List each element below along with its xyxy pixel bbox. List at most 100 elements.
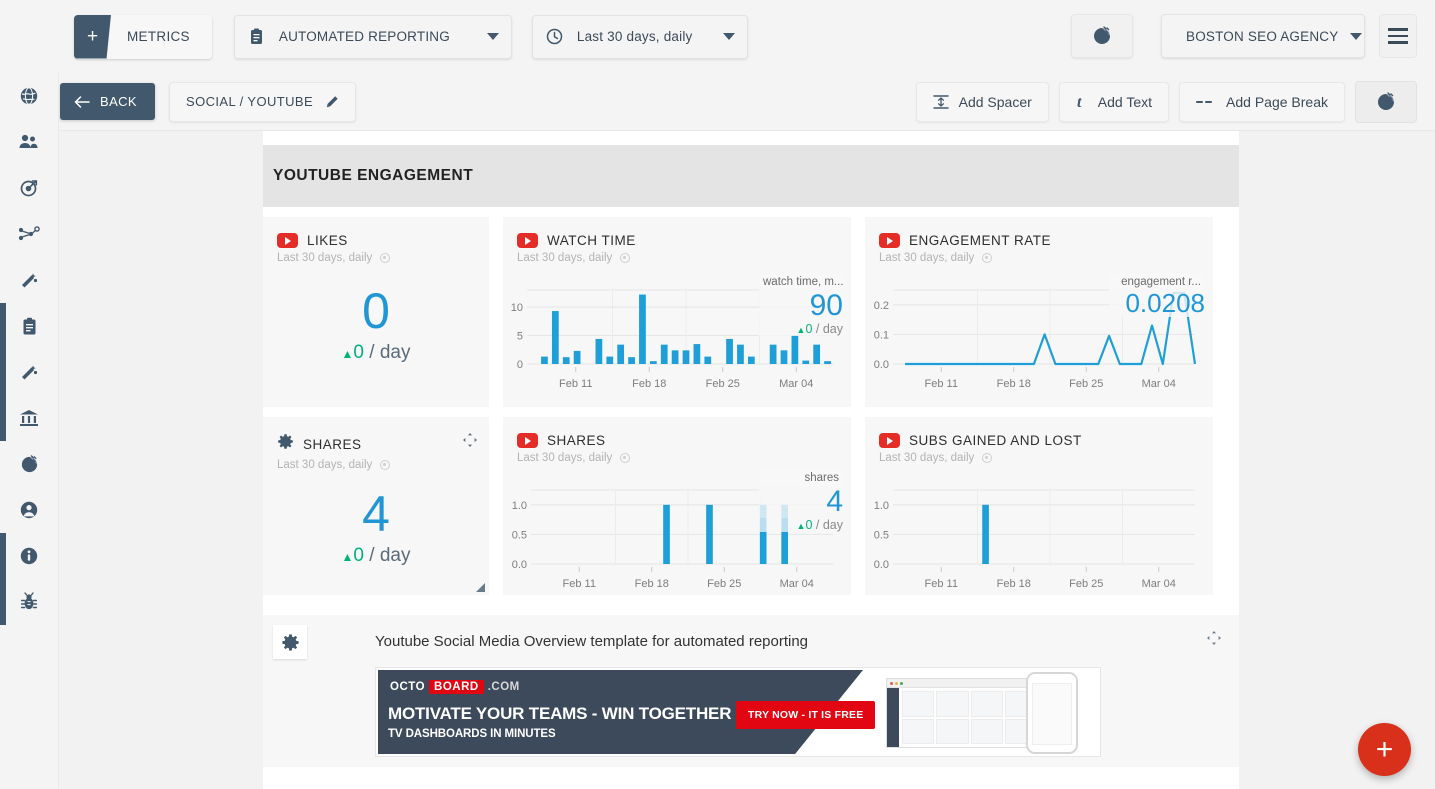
widget-title-row: ENGAGEMENT RATE (879, 233, 1213, 248)
triangle-up-icon: ▲ (341, 347, 354, 361)
widget-period: Last 30 days, daily (517, 452, 851, 464)
widget-header: LIKES Last 30 days, daily (263, 217, 489, 264)
clipboard-icon (247, 28, 267, 45)
hamburger-icon[interactable] (1379, 14, 1417, 58)
metrics-plus-icon[interactable]: + (74, 14, 111, 59)
add-text-button[interactable]: t Add Text (1058, 81, 1170, 122)
chevron-down-icon[interactable] (1350, 32, 1363, 40)
widget-engagement-rate[interactable]: ENGAGEMENT RATE Last 30 days, daily 0.0 0… (865, 217, 1213, 407)
plug-icon-button-secondary[interactable] (1355, 80, 1417, 123)
sidebar-item-magic-wand-2[interactable] (0, 349, 58, 395)
ad-cta-button[interactable]: TRY NOW - IT IS FREE (736, 701, 876, 729)
svg-text:t: t (1077, 94, 1082, 110)
sidebar-item-globe[interactable] (0, 73, 58, 119)
magic-wand-icon (22, 365, 38, 380)
ad-brand: OCTO BOARD .COM (390, 680, 520, 694)
widget-shares-chart[interactable]: SHARES Last 30 days, daily 0.0 0.5 1.0 Feb … (503, 417, 851, 595)
widget-shares-number[interactable]: SHARES Last 30 days, daily 4 ▲0 / day (263, 417, 489, 595)
add-page-break-button[interactable]: Add Page Break (1179, 81, 1345, 122)
add-widget-fab[interactable]: + (1358, 723, 1411, 776)
svg-text:Feb 25: Feb 25 (706, 378, 740, 390)
sidebar-item-account[interactable] (0, 487, 58, 533)
sidebar-item-bank[interactable] (0, 395, 58, 441)
svg-text:Feb 18: Feb 18 (997, 378, 1031, 390)
widget-title: SHARES (303, 436, 362, 452)
banner-gear-button[interactable] (273, 625, 307, 659)
svg-text:Feb 25: Feb 25 (1069, 578, 1103, 590)
move-icon[interactable] (1207, 631, 1221, 650)
move-icon[interactable] (463, 433, 477, 452)
widget-period: Last 30 days, daily (277, 459, 489, 471)
sidebar-item-users[interactable] (0, 119, 58, 165)
chevron-down-icon[interactable] (722, 33, 735, 40)
kpi-value: 0 (362, 283, 390, 339)
sidebar-item-integrations[interactable] (0, 441, 58, 487)
chart-kpi-overlay: watch time, m... 90 ▲0 / day (759, 274, 844, 336)
sidebar-item-bug[interactable] (0, 579, 58, 625)
widget-watch-time[interactable]: WATCH TIME Last 30 days, daily 0 5 10 Feb 1… (503, 217, 851, 407)
back-label: BACK (100, 94, 138, 109)
clipboard-icon (23, 317, 35, 334)
dashboard-mockup-image (886, 678, 1041, 748)
chart-engagement-rate[interactable]: 0.0 0.1 0.2 Feb 11 Feb 18 Feb 25 Mar 04 engage… (865, 272, 1213, 402)
back-button[interactable]: BACK (60, 83, 156, 120)
svg-text:0.0: 0.0 (874, 559, 889, 571)
svg-text:1.0: 1.0 (874, 500, 889, 512)
top-toolbar: + METRICS AUTOMATED REPORTING Last 30 da… (0, 0, 1435, 73)
report-select-value: AUTOMATED REPORTING (278, 29, 450, 44)
info-icon (20, 547, 38, 565)
widget-period-label: Last 30 days, daily (277, 252, 373, 264)
sidebar-item-target[interactable] (0, 165, 58, 211)
widget-subs-gained-and-lost[interactable]: SUBS GAINED AND LOST Last 30 days, daily… (865, 417, 1213, 595)
gear-icon (277, 433, 294, 455)
account-select[interactable]: BOSTON SEO AGENCY (1161, 14, 1365, 58)
ad-banner[interactable]: OCTO BOARD .COM MOTIVATE YOUR TEAMS - WI… (375, 667, 1101, 757)
svg-text:Mar 04: Mar 04 (1142, 378, 1176, 390)
page-name-chip[interactable]: SOCIAL / YOUTUBE (169, 81, 357, 122)
target-dot-icon (982, 453, 993, 463)
arrow-left-icon (74, 95, 90, 108)
widget-likes[interactable]: LIKES Last 30 days, daily 0 ▲0 / day (263, 217, 489, 407)
target-dot-icon (380, 253, 391, 263)
date-range-select[interactable]: Last 30 days, daily (531, 14, 748, 59)
sidebar-item-reports[interactable] (0, 303, 58, 349)
top-toolbar-right: BOSTON SEO AGENCY (1071, 14, 1417, 58)
youtube-icon (879, 233, 900, 248)
add-spacer-button[interactable]: Add Spacer (915, 81, 1049, 122)
kpi-per-day: / day (815, 517, 843, 532)
kpi-delta: 0 (353, 545, 364, 566)
kpi-value-block: 0 ▲0 / day (263, 286, 489, 364)
svg-text:Feb 18: Feb 18 (635, 578, 669, 590)
chart-kpi-overlay: shares 4 ▲0 / day (759, 470, 843, 532)
chart-subs[interactable]: 0.0 0.5 1.0 Feb 11 Feb 18 Feb 25 Mar 04 (865, 472, 1213, 602)
report-select[interactable]: AUTOMATED REPORTING (233, 14, 512, 59)
add-text-label: Add Text (1097, 93, 1153, 110)
chevron-down-icon[interactable] (486, 33, 499, 40)
chart-watch-time[interactable]: 0 5 10 Feb 11 Feb 18 Feb 25 Mar 04 watch time,… (503, 272, 851, 402)
chart-shares[interactable]: 0.0 0.5 1.0 Feb 11 Feb 18 Feb 25 Mar 04 shares… (503, 470, 851, 602)
banner-title: Youtube Social Media Overview template f… (375, 633, 809, 650)
widget-title-row: SUBS GAINED AND LOST (879, 433, 1213, 448)
ad-right (876, 668, 1100, 756)
widget-period: Last 30 days, daily (879, 452, 1213, 464)
sidebar-item-magic-wand-1[interactable] (0, 257, 58, 303)
sidebar-item-share-nodes[interactable] (0, 211, 58, 257)
spacer-icon (932, 94, 949, 109)
kpi-value: 0.0208 (1109, 289, 1205, 318)
kpi-delta: 0 (805, 321, 813, 336)
resize-handle-icon[interactable] (476, 583, 485, 592)
app-root: + METRICS AUTOMATED REPORTING Last 30 da… (0, 0, 1435, 789)
banner-widget[interactable]: Youtube Social Media Overview template f… (263, 615, 1239, 767)
metrics-button[interactable]: + METRICS (74, 14, 212, 59)
svg-text:0.5: 0.5 (874, 529, 889, 541)
widget-title: LIKES (307, 233, 348, 248)
widget-period-label: Last 30 days, daily (277, 459, 373, 471)
sidebar-item-info[interactable] (0, 533, 58, 579)
target-icon (20, 180, 38, 197)
widget-header: WATCH TIME Last 30 days, daily (503, 217, 851, 264)
widget-title: SHARES (547, 433, 606, 448)
kpi-delta-row: ▲0 / day (759, 321, 843, 336)
plug-icon-button[interactable] (1071, 14, 1133, 58)
widget-header: SUBS GAINED AND LOST Last 30 days, daily (865, 417, 1213, 464)
kpi-delta-row: ▲0 / day (263, 342, 489, 364)
